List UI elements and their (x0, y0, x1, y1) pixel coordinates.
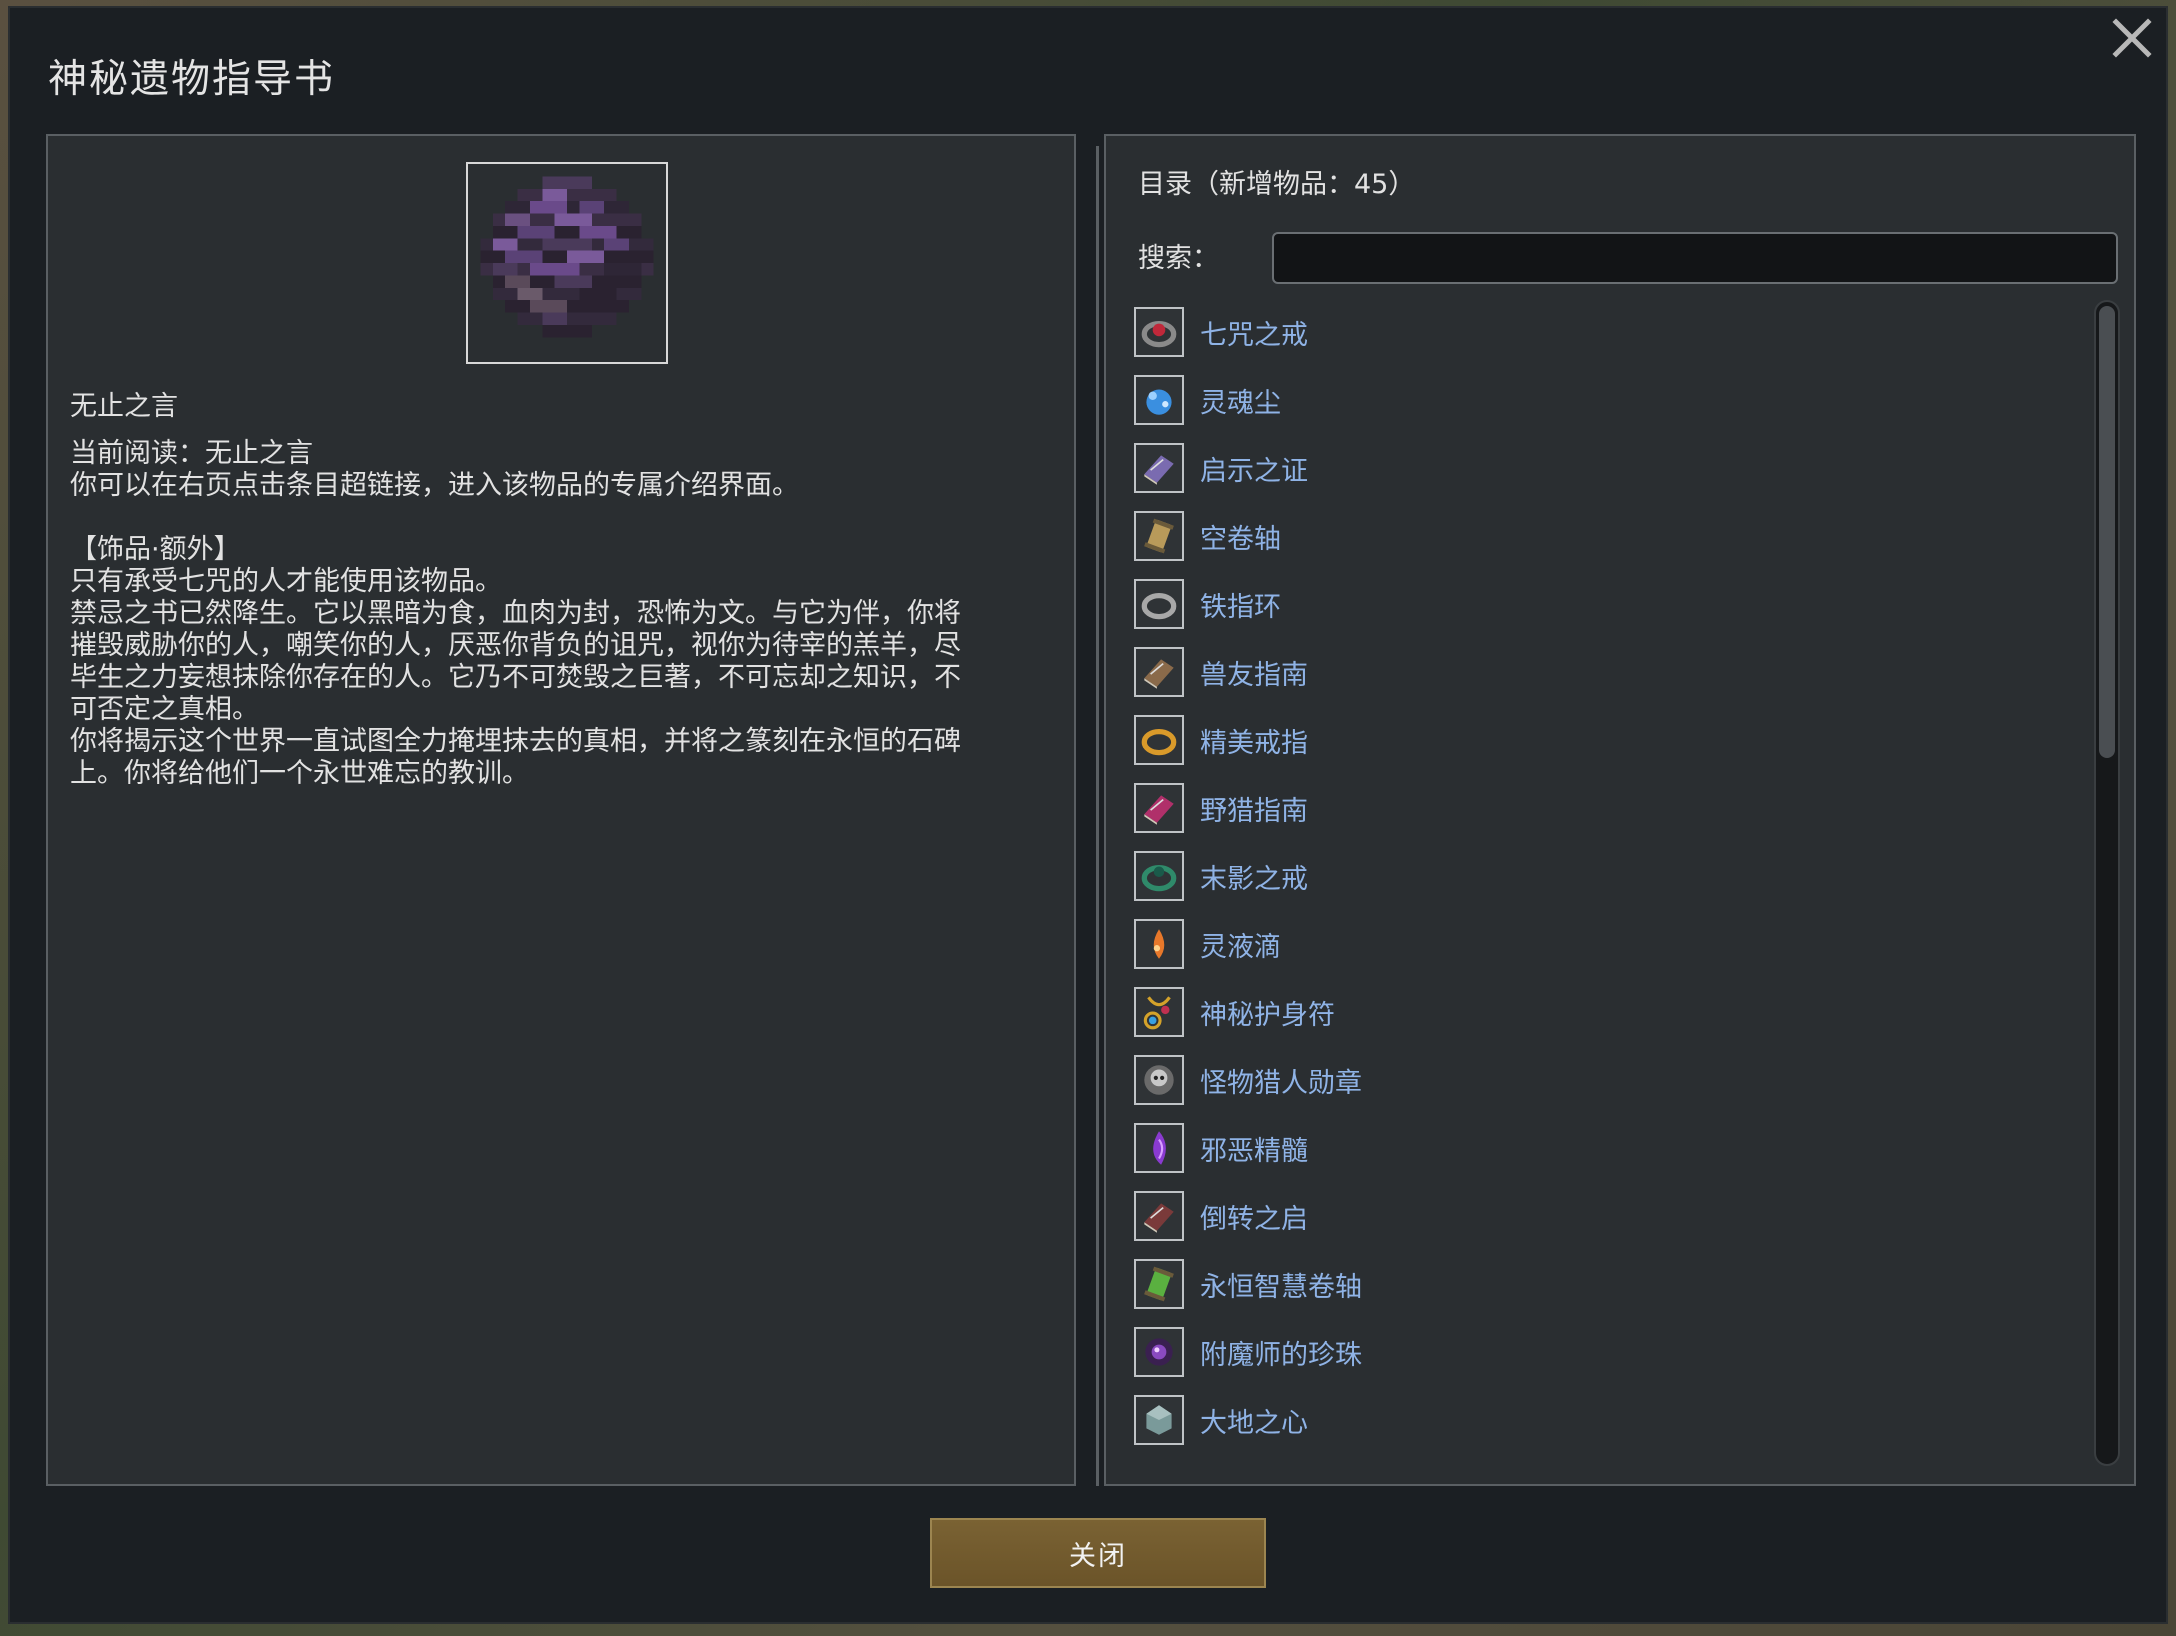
page-divider (1096, 146, 1099, 1486)
catalog-item[interactable]: 兽友指南 (1134, 638, 2074, 706)
item-name: 无止之言 (70, 391, 178, 422)
catalog-item[interactable]: 倒转之启 (1134, 1182, 2074, 1250)
catalog-item[interactable]: 野猎指南 (1134, 774, 2074, 842)
catalog-item-link[interactable]: 精美戒指 (1200, 721, 1308, 760)
catalog-item-link[interactable]: 附魔师的珍珠 (1200, 1333, 1362, 1372)
search-label: 搜索： (1138, 243, 1219, 274)
close-window-icon[interactable] (2108, 14, 2156, 62)
revelation-book-icon (1134, 443, 1184, 493)
catalog-item-link[interactable]: 怪物猎人勋章 (1200, 1061, 1362, 1100)
scrollbar-thumb[interactable] (2099, 306, 2115, 758)
search-input[interactable] (1272, 232, 2118, 284)
spirit-drop-icon (1134, 919, 1184, 969)
item-description: 当前阅读：无止之言 你可以在右页点击条目超链接，进入该物品的专属介绍界面。 【饰… (70, 438, 1010, 790)
desc-line: 只有承受七咒的人才能使用该物品。 (70, 566, 502, 597)
desc-line: 毕生之力妄想抹除你存在的人。它乃不可焚毁之巨著，不可忘却之知识，不 (70, 662, 961, 693)
window-title: 神秘遗物指导书 (48, 57, 336, 102)
earth-heart-icon (1134, 1395, 1184, 1445)
catalog-item-link[interactable]: 倒转之启 (1200, 1197, 1308, 1236)
catalog-item-link[interactable]: 大地之心 (1200, 1401, 1308, 1440)
catalog-item-link[interactable]: 末影之戒 (1200, 857, 1308, 896)
catalog-item[interactable]: 灵魂尘 (1134, 366, 2074, 434)
catalog-item[interactable]: 神秘护身符 (1134, 978, 2074, 1046)
catalog-scrollbar[interactable] (2094, 300, 2120, 1466)
cursed-ring-icon (1134, 307, 1184, 357)
catalog-item[interactable]: 末影之戒 (1134, 842, 2074, 910)
item-preview (466, 162, 668, 364)
desc-line: 当前阅读：无止之言 (70, 438, 313, 469)
catalog-item[interactable]: 邪恶精髓 (1134, 1114, 2074, 1182)
catalog-item-link[interactable]: 邪恶精髓 (1200, 1129, 1308, 1168)
catalog-item-link[interactable]: 七咒之戒 (1200, 313, 1308, 352)
iron-ring-icon (1134, 579, 1184, 629)
catalog-item[interactable]: 铁指环 (1134, 570, 2074, 638)
catalog-item[interactable]: 附魔师的珍珠 (1134, 1318, 2074, 1386)
catalog-item[interactable]: 大地之心 (1134, 1386, 2074, 1454)
endless-words-book-icon (480, 176, 654, 338)
catalog-item-link[interactable]: 启示之证 (1200, 449, 1308, 488)
close-button[interactable]: 关闭 (930, 1518, 1266, 1588)
catalog-item[interactable]: 怪物猎人勋章 (1134, 1046, 2074, 1114)
catalog-item-link[interactable]: 永恒智慧卷轴 (1200, 1265, 1362, 1304)
skull-medal-icon (1134, 1055, 1184, 1105)
evil-essence-icon (1134, 1123, 1184, 1173)
inverted-book-icon (1134, 1191, 1184, 1241)
catalog-item[interactable]: 永恒智慧卷轴 (1134, 1250, 2074, 1318)
empty-scroll-icon (1134, 511, 1184, 561)
wisdom-scroll-icon (1134, 1259, 1184, 1309)
catalog-item[interactable]: 启示之证 (1134, 434, 2074, 502)
catalog-panel: 目录（新增物品：45） 搜索： 七咒之戒灵魂尘启示之证空卷轴铁指环兽友指南精美戒… (1104, 134, 2136, 1486)
detail-panel: 无止之言 当前阅读：无止之言 你可以在右页点击条目超链接，进入该物品的专属介绍界… (46, 134, 1076, 1486)
catalog-item-link[interactable]: 灵魂尘 (1200, 381, 1281, 420)
catalog-item-link[interactable]: 神秘护身符 (1200, 993, 1335, 1032)
catalog-item-link[interactable]: 空卷轴 (1200, 517, 1281, 556)
catalog-item[interactable] (1134, 1454, 2074, 1458)
desc-line: 你将揭示这个世界一直试图全力掩埋抹去的真相，并将之篆刻在永恒的石碑 (70, 726, 961, 757)
catalog-item[interactable]: 空卷轴 (1134, 502, 2074, 570)
desc-line: 上。你将给他们一个永世难忘的教训。 (70, 758, 529, 789)
hunt-guide-book-icon (1134, 783, 1184, 833)
desc-line: 禁忌之书已然降生。它以黑暗为食，血肉为封，恐怖为文。与它为伴，你将 (70, 598, 961, 629)
catalog-item[interactable]: 灵液滴 (1134, 910, 2074, 978)
desc-line: 可否定之真相。 (70, 694, 259, 725)
beast-guide-book-icon (1134, 647, 1184, 697)
desc-line: 你可以在右页点击条目超链接，进入该物品的专属介绍界面。 (70, 470, 799, 501)
soul-dust-icon (1134, 375, 1184, 425)
gold-ring-icon (1134, 715, 1184, 765)
catalog-item[interactable]: 七咒之戒 (1134, 298, 2074, 366)
catalog-item-link[interactable]: 灵液滴 (1200, 925, 1281, 964)
catalog-item-link[interactable]: 铁指环 (1200, 585, 1281, 624)
amulet-icon (1134, 987, 1184, 1037)
desc-line: 摧毁威胁你的人，嘲笑你的人，厌恶你背负的诅咒，视你为待宰的羔羊，尽 (70, 630, 961, 661)
guide-book-window: 神秘遗物指导书 无止之言 当前阅读：无止之言 你可以在右页点击条目超链接，进入该… (8, 6, 2168, 1624)
catalog-item-link[interactable]: 兽友指南 (1200, 653, 1308, 692)
catalog-title: 目录（新增物品：45） (1138, 169, 1416, 200)
catalog-list: 七咒之戒灵魂尘启示之证空卷轴铁指环兽友指南精美戒指野猎指南末影之戒灵液滴神秘护身… (1134, 298, 2074, 1458)
catalog-item-link[interactable]: 野猎指南 (1200, 789, 1308, 828)
desc-line: 【饰品·额外】 (70, 534, 241, 565)
catalog-item[interactable]: 精美戒指 (1134, 706, 2074, 774)
ender-ring-icon (1134, 851, 1184, 901)
enchanter-pearl-icon (1134, 1327, 1184, 1377)
